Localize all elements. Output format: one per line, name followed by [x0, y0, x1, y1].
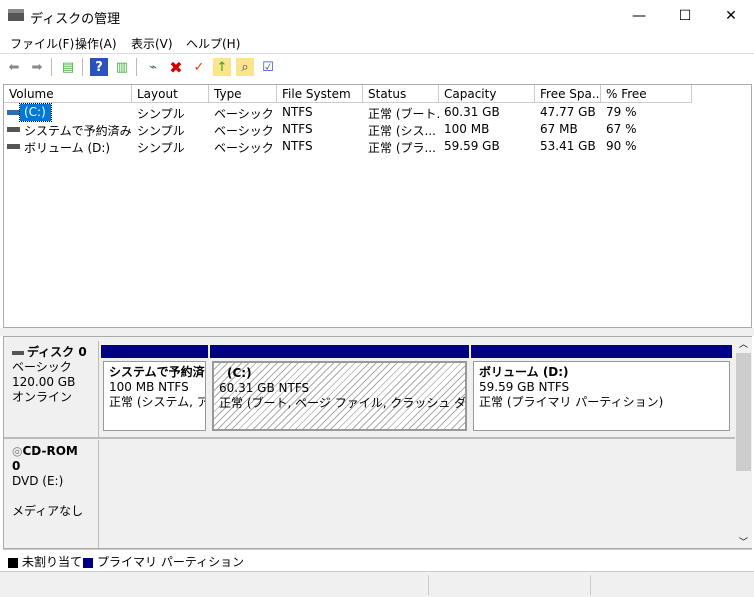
disk-type: ベーシック: [12, 360, 72, 374]
table-cell: 正常 (ブート...: [368, 107, 439, 121]
table-cell: 59.59 GB: [444, 139, 500, 153]
partition-system-reserved[interactable]: システムで予約済み100 MB NTFS正常 (システム, アク: [101, 345, 208, 433]
table-cell: 67 MB: [540, 122, 578, 136]
toolbar: ⬅ ➡ ▤ ? ▥ ⌁ ✖ ✓ ↑ ⌕ ☑: [0, 54, 754, 80]
column-percent-free[interactable]: % Free: [601, 85, 692, 103]
scroll-up-icon[interactable]: ︿: [735, 337, 752, 351]
status-bar: [0, 571, 754, 597]
primary-swatch: [83, 557, 93, 568]
partition-fs: 100 MB NTFS: [109, 380, 189, 394]
disk-management-icon: [8, 9, 24, 21]
table-cell: システムで予約済み: [24, 124, 132, 138]
table-row[interactable]: (C:) シンプル ベーシック NTFS 正常 (ブート... 60.31 GB 47.77…: [4, 103, 704, 122]
table-cell: 47.77 GB: [540, 105, 596, 119]
table-cell: 67 %: [606, 122, 637, 136]
table-cell: 79 %: [606, 105, 637, 119]
disk-size: 120.00 GB: [12, 375, 76, 389]
partition-status: 正常 (ブート, ページ ファイル, クラッシュ ダンプ, プライマ: [219, 396, 467, 410]
column-type[interactable]: Type: [209, 85, 277, 103]
cdrom-0-label[interactable]: ◎CD-ROM 0 DVD (E:) メディアなし: [4, 440, 99, 548]
close-button[interactable]: ✕: [708, 0, 754, 32]
back-icon[interactable]: ⬅: [5, 58, 23, 76]
partition-fs: 59.59 GB NTFS: [479, 380, 570, 394]
column-status[interactable]: Status: [363, 85, 439, 103]
disk-type: DVD (E:): [12, 474, 64, 488]
search-folder-icon[interactable]: ⌕: [236, 58, 254, 76]
table-cell: シンプル: [137, 141, 185, 155]
disk-graphical-view: ディスク 0 ベーシック 120.00 GB オンライン システムで予約済み 10…: [3, 336, 752, 549]
maximize-button[interactable]: ☐: [662, 0, 708, 32]
table-cell: 90 %: [606, 139, 637, 153]
column-volume[interactable]: Volume: [4, 85, 132, 103]
table-cell: (C:): [19, 103, 52, 122]
delete-icon[interactable]: ✖: [167, 58, 185, 77]
menu-action[interactable]: 操作(A): [75, 35, 117, 52]
partition-name: システムで予約済み: [109, 365, 206, 379]
table-cell: 正常 (シス...: [368, 124, 436, 138]
title-bar: ディスクの管理 — ☐ ✕: [0, 0, 754, 32]
partition-fs: 60.31 GB NTFS: [219, 381, 310, 395]
table-cell: NTFS: [282, 105, 313, 119]
properties-list-icon[interactable]: ☑: [259, 58, 277, 76]
table-cell: ベーシック: [214, 124, 274, 138]
partition-c[interactable]: (C:) 60.31 GB NTFS 正常 (ブート, ページ ファイル, クラッシ…: [210, 345, 469, 433]
table-cell: 正常 (プラ...: [368, 141, 436, 155]
partition-status: 正常 (プライマリ パーティション): [479, 395, 664, 409]
unallocated-swatch: [8, 557, 18, 568]
window-title: ディスクの管理: [30, 12, 121, 27]
cdrom-icon: ◎: [12, 444, 23, 458]
partition-name: ボリューム (D:): [479, 365, 569, 379]
table-row[interactable]: ボリューム (D:) シンプル ベーシック NTFS 正常 (プラ... 59.59 GB…: [4, 138, 704, 155]
table-cell: NTFS: [282, 139, 313, 153]
menu-view[interactable]: 表示(V): [131, 35, 173, 52]
disk-icon: [12, 350, 24, 355]
folder-up-icon[interactable]: ↑: [213, 58, 231, 76]
connect-drive-icon[interactable]: ⌁: [144, 58, 162, 76]
check-icon[interactable]: ✓: [190, 58, 208, 76]
volume-icon: [7, 110, 20, 115]
column-free-space[interactable]: Free Spa...: [535, 85, 601, 103]
help-icon[interactable]: ?: [90, 58, 108, 76]
partition-status: 正常 (システム, アク: [109, 395, 205, 409]
minimize-button[interactable]: —: [616, 0, 662, 32]
table-cell: 53.41 GB: [540, 139, 596, 153]
menu-bar: ファイル(F) 操作(A) 表示(V) ヘルプ(H): [0, 32, 754, 54]
disk-state: メディアなし: [12, 504, 84, 518]
disk-name: CD-ROM 0: [12, 444, 78, 473]
disk-0-label[interactable]: ディスク 0 ベーシック 120.00 GB オンライン: [4, 341, 99, 437]
column-capacity[interactable]: Capacity: [439, 85, 535, 103]
partition-d[interactable]: ボリューム (D:) 59.59 GB NTFS 正常 (プライマリ パーティション…: [471, 345, 732, 433]
disk-name: ディスク 0: [27, 345, 87, 359]
table-cell: 100 MB: [444, 122, 490, 136]
volume-list: Volume Layout Type File System Status Ca…: [3, 84, 752, 328]
forward-icon[interactable]: ➡: [28, 58, 46, 76]
partition-name: (C:): [227, 366, 252, 380]
column-file-system[interactable]: File System: [277, 85, 363, 103]
table-cell: ベーシック: [214, 107, 274, 121]
scroll-thumb[interactable]: [736, 353, 751, 471]
pane-splitter[interactable]: [0, 328, 754, 336]
table-cell: シンプル: [137, 124, 185, 138]
column-layout[interactable]: Layout: [132, 85, 209, 103]
table-cell: ボリューム (D:): [24, 141, 111, 155]
disk-state: オンライン: [12, 390, 73, 404]
menu-help[interactable]: ヘルプ(H): [186, 35, 240, 52]
table-cell: 60.31 GB: [444, 105, 500, 119]
menu-file[interactable]: ファイル(F): [10, 35, 74, 52]
legend-unallocated: 未割り当て: [22, 555, 83, 569]
console-tree-icon[interactable]: ▤: [59, 58, 77, 76]
vertical-scrollbar[interactable]: ︿ ﹀: [735, 337, 752, 548]
table-cell: ベーシック: [214, 141, 274, 155]
table-cell: NTFS: [282, 122, 313, 136]
legend: 未割り当て プライマリ パーティション: [3, 549, 752, 570]
action-pane-icon[interactable]: ▥: [113, 58, 131, 76]
legend-primary: プライマリ パーティション: [97, 555, 245, 569]
scroll-down-icon[interactable]: ﹀: [735, 535, 752, 548]
table-cell: シンプル: [137, 107, 185, 121]
table-row[interactable]: システムで予約済み シンプル ベーシック NTFS 正常 (シス... 100 MB 67 …: [4, 121, 704, 138]
